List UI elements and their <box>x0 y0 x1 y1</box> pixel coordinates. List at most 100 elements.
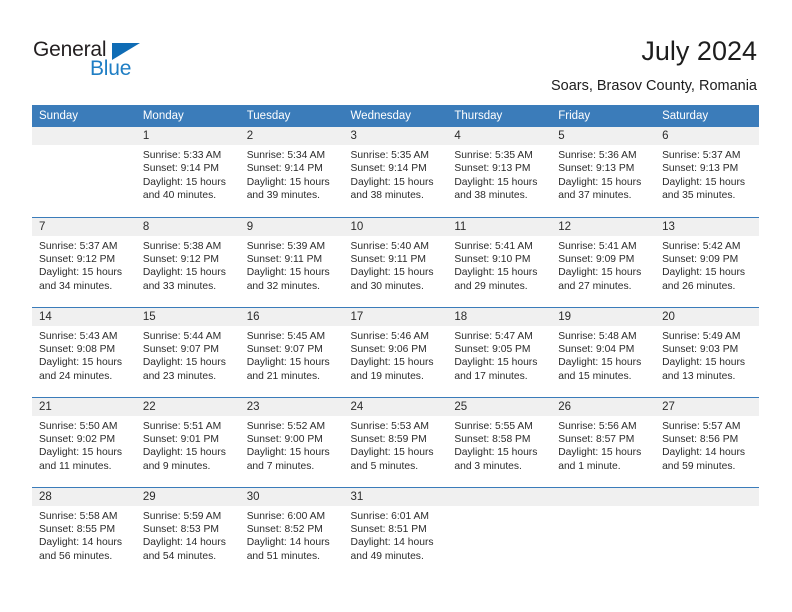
calendar-page: General Blue July 2024 Soars, Brasov Cou… <box>0 0 792 612</box>
general-blue-logo[interactable]: General Blue <box>33 38 163 82</box>
calendar-day-cell[interactable]: 8 Sunrise: 5:38 AM Sunset: 9:12 PM Daylig… <box>135 216 240 307</box>
calendar-empty-cell <box>551 486 656 577</box>
calendar-day-cell[interactable]: 30 Sunrise: 6:00 AM Sunset: 8:52 PM Dayli… <box>239 486 344 577</box>
calendar-day-cell[interactable]: 1 Sunrise: 5:33 AM Sunset: 9:14 PM Daylig… <box>135 127 240 217</box>
weekday-header-sunday: Sunday <box>32 105 136 127</box>
calendar-day-cell[interactable]: 18 Sunrise: 5:47 AM Sunset: 9:05 PM Dayli… <box>447 306 552 397</box>
sun-times-info: Sunrise: 5:59 AM Sunset: 8:53 PM Dayligh… <box>142 510 226 562</box>
sun-times-info: Sunrise: 5:44 AM Sunset: 9:07 PM Dayligh… <box>142 330 226 382</box>
sun-times-info: Sunrise: 5:34 AM Sunset: 9:14 PM Dayligh… <box>246 150 330 202</box>
logo-text-blue: Blue <box>90 57 132 80</box>
calendar-day-cell[interactable]: 16 Sunrise: 5:45 AM Sunset: 9:07 PM Dayli… <box>239 306 344 397</box>
sun-times-info <box>551 506 655 510</box>
day-number: 31 <box>343 487 448 506</box>
calendar-day-cell[interactable]: 4 Sunrise: 5:35 AM Sunset: 9:13 PM Daylig… <box>447 127 552 217</box>
sun-times-info: Sunrise: 5:33 AM Sunset: 9:14 PM Dayligh… <box>142 150 226 202</box>
sun-times-info: Sunrise: 5:58 AM Sunset: 8:55 PM Dayligh… <box>39 510 122 562</box>
sun-times-info: Sunrise: 5:35 AM Sunset: 9:13 PM Dayligh… <box>454 150 538 202</box>
calendar-day-cell[interactable]: 28 Sunrise: 5:58 AM Sunset: 8:55 PM Dayli… <box>32 486 136 577</box>
sun-times-info: Sunrise: 5:50 AM Sunset: 9:02 PM Dayligh… <box>39 420 122 472</box>
calendar-day-cell[interactable]: 5 Sunrise: 5:36 AM Sunset: 9:13 PM Daylig… <box>551 127 656 217</box>
sun-times-info <box>32 145 136 149</box>
calendar-day-cell[interactable]: 10 Sunrise: 5:40 AM Sunset: 9:11 PM Dayli… <box>343 216 448 307</box>
calendar-day-cell[interactable]: 26 Sunrise: 5:56 AM Sunset: 8:57 PM Dayli… <box>551 396 656 487</box>
sun-times-info: Sunrise: 5:43 AM Sunset: 9:08 PM Dayligh… <box>39 330 122 382</box>
calendar-day-cell[interactable]: 24 Sunrise: 5:53 AM Sunset: 8:59 PM Dayli… <box>343 396 448 487</box>
calendar-day-cell[interactable]: 17 Sunrise: 5:46 AM Sunset: 9:06 PM Dayli… <box>343 306 448 397</box>
sun-times-info: Sunrise: 5:45 AM Sunset: 9:07 PM Dayligh… <box>246 330 330 382</box>
day-number: 22 <box>135 397 240 416</box>
sun-times-info: Sunrise: 5:35 AM Sunset: 9:14 PM Dayligh… <box>350 150 434 202</box>
calendar-week-row: 7 Sunrise: 5:37 AM Sunset: 9:12 PM Daylig… <box>32 216 759 307</box>
calendar-day-cell[interactable]: 27 Sunrise: 5:57 AM Sunset: 8:56 PM Dayli… <box>655 396 759 487</box>
calendar-table: Sunday Monday Tuesday Wednesday Thursday Frid… <box>32 105 759 577</box>
day-number: 12 <box>551 217 656 236</box>
sun-times-info: Sunrise: 5:49 AM Sunset: 9:03 PM Dayligh… <box>662 330 746 382</box>
weekday-header-monday: Monday <box>135 105 240 127</box>
calendar-day-cell[interactable]: 29 Sunrise: 5:59 AM Sunset: 8:53 PM Dayli… <box>135 486 240 577</box>
calendar-day-cell[interactable]: 23 Sunrise: 5:52 AM Sunset: 9:00 PM Dayli… <box>239 396 344 487</box>
calendar-day-cell[interactable]: 6 Sunrise: 5:37 AM Sunset: 9:13 PM Daylig… <box>655 127 759 217</box>
weekday-header-thursday: Thursday <box>447 105 552 127</box>
calendar-week-row: 1 Sunrise: 5:33 AM Sunset: 9:14 PM Daylig… <box>32 127 759 217</box>
calendar-day-cell[interactable]: 14 Sunrise: 5:43 AM Sunset: 9:08 PM Dayli… <box>32 306 136 397</box>
calendar-day-cell[interactable]: 22 Sunrise: 5:51 AM Sunset: 9:01 PM Dayli… <box>135 396 240 487</box>
day-number: 4 <box>447 127 552 145</box>
sun-times-info: Sunrise: 5:48 AM Sunset: 9:04 PM Dayligh… <box>558 330 642 382</box>
day-number: 16 <box>239 307 344 326</box>
calendar-day-cell[interactable]: 11 Sunrise: 5:41 AM Sunset: 9:10 PM Dayli… <box>447 216 552 307</box>
weekday-header-saturday: Saturday <box>655 105 759 127</box>
day-number: 19 <box>551 307 656 326</box>
calendar-empty-cell <box>32 127 136 217</box>
calendar-day-cell[interactable]: 9 Sunrise: 5:39 AM Sunset: 9:11 PM Daylig… <box>239 216 344 307</box>
sun-times-info: Sunrise: 5:36 AM Sunset: 9:13 PM Dayligh… <box>558 150 642 202</box>
sun-times-info: Sunrise: 5:53 AM Sunset: 8:59 PM Dayligh… <box>350 420 434 472</box>
sun-times-info: Sunrise: 5:56 AM Sunset: 8:57 PM Dayligh… <box>558 420 642 472</box>
sun-times-info: Sunrise: 5:38 AM Sunset: 9:12 PM Dayligh… <box>142 240 226 292</box>
calendar-day-cell[interactable]: 12 Sunrise: 5:41 AM Sunset: 9:09 PM Dayli… <box>551 216 656 307</box>
day-number <box>32 127 136 145</box>
day-number: 29 <box>135 487 240 506</box>
day-number: 27 <box>655 397 759 416</box>
day-number: 9 <box>239 217 344 236</box>
calendar-day-cell[interactable]: 19 Sunrise: 5:48 AM Sunset: 9:04 PM Dayli… <box>551 306 656 397</box>
calendar-day-cell[interactable]: 3 Sunrise: 5:35 AM Sunset: 9:14 PM Daylig… <box>343 127 448 217</box>
weekday-header-wednesday: Wednesday <box>343 105 448 127</box>
day-number: 18 <box>447 307 552 326</box>
day-number: 1 <box>135 127 240 145</box>
calendar-day-cell[interactable]: 7 Sunrise: 5:37 AM Sunset: 9:12 PM Daylig… <box>32 216 136 307</box>
sun-times-info: Sunrise: 5:39 AM Sunset: 9:11 PM Dayligh… <box>246 240 330 292</box>
calendar-day-cell[interactable]: 20 Sunrise: 5:49 AM Sunset: 9:03 PM Dayli… <box>655 306 759 397</box>
calendar-week-row: 14 Sunrise: 5:43 AM Sunset: 9:08 PM Dayli… <box>32 306 759 397</box>
day-number: 26 <box>551 397 656 416</box>
sun-times-info: Sunrise: 5:52 AM Sunset: 9:00 PM Dayligh… <box>246 420 330 472</box>
calendar-empty-cell <box>655 486 759 577</box>
sun-times-info: Sunrise: 5:47 AM Sunset: 9:05 PM Dayligh… <box>454 330 538 382</box>
calendar-body: 1 Sunrise: 5:33 AM Sunset: 9:14 PM Daylig… <box>32 127 759 577</box>
calendar-day-cell[interactable]: 21 Sunrise: 5:50 AM Sunset: 9:02 PM Dayli… <box>32 396 136 487</box>
day-number: 6 <box>655 127 759 145</box>
day-number: 3 <box>343 127 448 145</box>
day-number: 21 <box>32 397 136 416</box>
day-number: 30 <box>239 487 344 506</box>
day-number <box>447 487 552 506</box>
calendar-week-row: 21 Sunrise: 5:50 AM Sunset: 9:02 PM Dayli… <box>32 396 759 487</box>
day-number: 10 <box>343 217 448 236</box>
calendar-day-cell[interactable]: 2 Sunrise: 5:34 AM Sunset: 9:14 PM Daylig… <box>239 127 344 217</box>
sun-times-info: Sunrise: 5:41 AM Sunset: 9:10 PM Dayligh… <box>454 240 538 292</box>
day-number: 5 <box>551 127 656 145</box>
day-number: 14 <box>32 307 136 326</box>
calendar-day-cell[interactable]: 31 Sunrise: 6:01 AM Sunset: 8:51 PM Dayli… <box>343 486 448 577</box>
calendar-empty-cell <box>447 486 552 577</box>
page-subtitle-location: Soars, Brasov County, Romania <box>550 78 757 94</box>
calendar-day-cell[interactable]: 25 Sunrise: 5:55 AM Sunset: 8:58 PM Dayli… <box>447 396 552 487</box>
sun-times-info: Sunrise: 5:42 AM Sunset: 9:09 PM Dayligh… <box>662 240 746 292</box>
sun-times-info: Sunrise: 5:55 AM Sunset: 8:58 PM Dayligh… <box>454 420 538 472</box>
calendar-day-cell[interactable]: 13 Sunrise: 5:42 AM Sunset: 9:09 PM Dayli… <box>655 216 759 307</box>
day-number: 20 <box>655 307 759 326</box>
day-number: 13 <box>655 217 759 236</box>
page-title: July 2024 <box>641 36 757 66</box>
weekday-header-friday: Friday <box>551 105 656 127</box>
day-number: 17 <box>343 307 448 326</box>
calendar-day-cell[interactable]: 15 Sunrise: 5:44 AM Sunset: 9:07 PM Dayli… <box>135 306 240 397</box>
